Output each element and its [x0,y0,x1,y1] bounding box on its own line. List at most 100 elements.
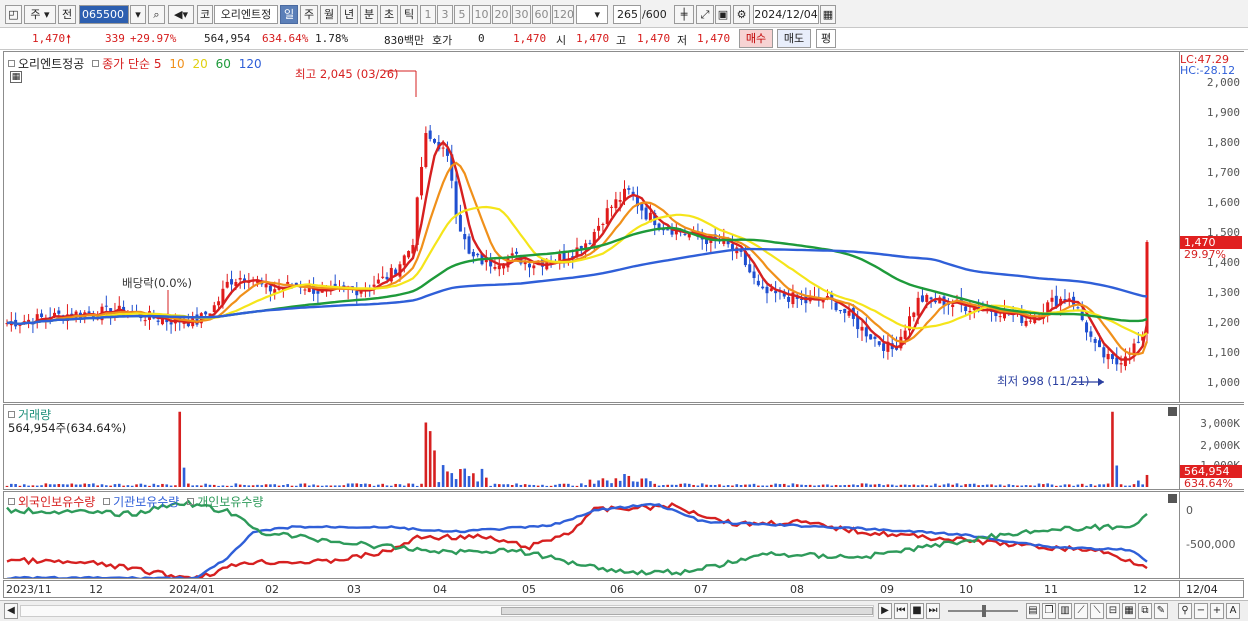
volume-bar [1085,485,1088,487]
volume-chart-panel[interactable]: 거래량 564,954주(634.64%) [3,404,1180,490]
foreign-legend[interactable]: 외국인보유수량 [18,495,95,509]
candle-type-icon[interactable]: ╪ [674,5,694,24]
volume-bar [882,485,885,487]
volume-bar [804,484,808,487]
layout-icon[interactable]: ▤ [1026,603,1040,619]
volume-bar [649,481,652,487]
stock-legend-name[interactable]: 오리엔트정공 [18,57,84,71]
interval-3[interactable]: 3 [437,5,453,24]
custom-interval-select[interactable]: ▾ [576,5,608,24]
x-tick: 02 [265,583,279,596]
volume-bar [472,473,475,487]
code-dropdown-icon[interactable]: ▾ [130,5,146,24]
gear-icon[interactable]: ⚙ [733,5,750,24]
sell-button[interactable]: 매도 [777,29,811,48]
window-menu-icon[interactable]: ◰ [5,5,22,24]
tab-year[interactable]: 년 [340,5,358,24]
individual-legend[interactable]: 개인보유수량 [197,495,263,509]
volume-bar [890,484,894,487]
speed-slider-thumb[interactable] [982,605,986,617]
scroll-right-icon[interactable]: ▶ [878,603,892,619]
eval-button[interactable]: 평 [816,29,836,48]
buy-button[interactable]: 매수 [739,29,773,48]
grid-toggle-icon[interactable]: ▦ [10,71,22,83]
volume-bar [657,485,661,487]
bottom-toolbar: ◀ ▶ ⏮ ■ ⏭ ▤ ❐ ▥ ⟋ ⟍ ⊟ ▦ ⧉ ✎ ⚲ − + A [0,600,1248,621]
ma-legend-label[interactable]: 종가 단순 [102,57,150,71]
volume-bar [161,483,164,487]
grid-icon[interactable]: ▦ [1122,603,1136,619]
panel-close-icon[interactable] [1168,494,1177,503]
volume-bar [415,485,419,487]
copy-icon[interactable]: ❐ [1042,603,1056,619]
volume-bar [459,469,462,487]
horizontal-scrollbar[interactable] [20,605,874,617]
volume-bar [18,485,22,487]
volume-chart[interactable] [4,405,1179,489]
volume-bar [605,480,609,487]
tab-week[interactable]: 주 [300,5,318,24]
scrollbar-thumb[interactable] [501,607,873,615]
interval-20[interactable]: 20 [492,5,511,24]
volume-bar [1124,485,1127,487]
stop-icon[interactable]: ■ [910,603,924,619]
volume-bar [126,485,130,487]
volume-bar [61,484,65,487]
scroll-left-icon[interactable]: ◀ [4,603,18,619]
candle-body [787,296,791,302]
sound-icon[interactable]: ◀▾ [168,5,194,24]
date-input[interactable]: 2024/12/04 [753,5,819,24]
volume-bar [377,484,380,487]
volume-bar [100,484,104,487]
edit-icon[interactable]: ✎ [1154,603,1168,619]
panel-close-icon[interactable] [1168,407,1177,416]
y-tick: 1,300 [1206,286,1240,299]
tab-minute[interactable]: 분 [360,5,378,24]
stock-code-input[interactable]: 065500 [79,5,129,24]
market-label[interactable]: 코 [197,5,213,24]
draw-tool-icon[interactable]: ⤢ [696,5,714,24]
interval-120[interactable]: 120 [552,5,574,24]
ruler-icon[interactable]: ⊟ [1106,603,1120,619]
volume-bar [934,483,937,487]
candle-body [614,199,618,209]
zoom-out-icon[interactable]: − [1194,603,1208,619]
tab-day[interactable]: 일 [280,5,298,24]
volume-bar [1007,484,1011,487]
magnify-icon[interactable]: ⚲ [1178,603,1192,619]
search-icon[interactable]: ⌕ [148,5,165,24]
font-size-icon[interactable]: A [1226,603,1240,619]
volume-bar [532,485,536,487]
count-input[interactable]: 265 [613,5,641,24]
speed-slider[interactable] [948,605,1018,617]
line-icon[interactable]: ⟋ [1074,603,1088,619]
volume-bar [1098,484,1101,487]
institution-legend[interactable]: 기관보유수량 [113,495,179,509]
volume-bar [165,484,169,487]
interval-10[interactable]: 10 [472,5,491,24]
holdings-chart-panel[interactable]: 외국인보유수량 기관보유수량 개인보유수량 [3,491,1180,579]
forward-icon[interactable]: ⏭ [926,603,940,619]
save-icon[interactable]: ▣ [715,5,731,24]
tab-tick[interactable]: 틱 [400,5,418,24]
interval-5[interactable]: 5 [454,5,470,24]
candle-body [640,203,644,211]
volume-bar [903,484,907,487]
prev-button[interactable]: 전 [58,5,76,24]
volume-bar [441,465,445,487]
rewind-icon[interactable]: ⏮ [894,603,908,619]
volume-bar [489,485,492,487]
calendar-icon[interactable]: ▦ [820,5,836,24]
trend-icon[interactable]: ⟍ [1090,603,1104,619]
interval-30[interactable]: 30 [512,5,531,24]
price-chart-panel[interactable]: 오리엔트정공 종가 단순 5 10 20 60 120 ▦ 최고 2,045 (… [3,51,1180,403]
tab-month[interactable]: 월 [320,5,338,24]
period-type-select[interactable]: 주 ▾ [24,5,56,24]
interval-1[interactable]: 1 [420,5,436,24]
price-chart[interactable] [4,52,1179,402]
tab-second[interactable]: 초 [380,5,398,24]
screenshot-icon[interactable]: ⧉ [1138,603,1152,619]
split-icon[interactable]: ▥ [1058,603,1072,619]
interval-60[interactable]: 60 [532,5,551,24]
zoom-in-icon[interactable]: + [1210,603,1224,619]
